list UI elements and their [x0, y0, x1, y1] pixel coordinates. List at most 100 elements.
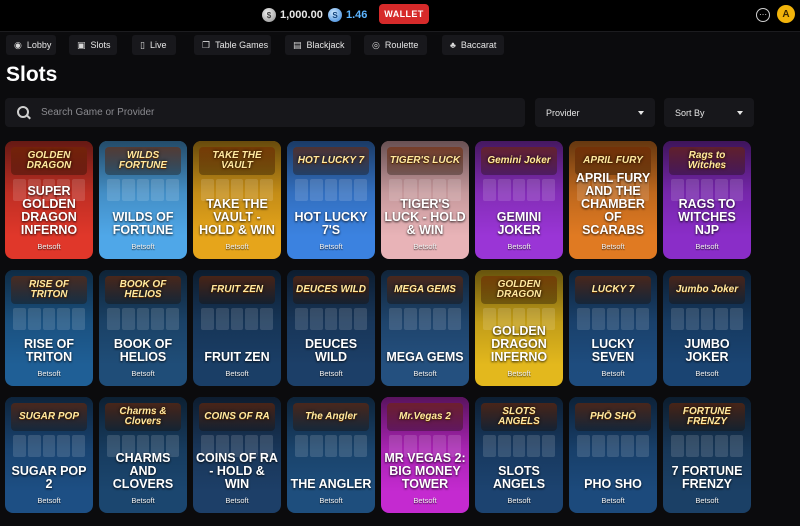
game-provider: Betsoft: [413, 242, 437, 251]
game-tile[interactable]: BOOK OF HELIOS Book of Helios Betsoft: [99, 270, 187, 386]
game-logo: FRUIT ZEN: [199, 276, 275, 304]
avatar[interactable]: A: [777, 5, 795, 23]
tab-label: Baccarat: [460, 40, 497, 50]
game-title: Mega Gems: [386, 350, 464, 364]
game-tile[interactable]: SLOTS ANGELS Slots Angels Betsoft: [475, 397, 563, 513]
game-tile[interactable]: The Angler The Angler Betsoft: [287, 397, 375, 513]
chat-icon[interactable]: ⋯: [756, 8, 770, 22]
game-tile[interactable]: LUCKY 7 Lucky Seven Betsoft: [569, 270, 657, 386]
game-logo: TIGER'S LUCK: [387, 147, 463, 175]
game-tile[interactable]: SUGAR POP Sugar Pop 2 Betsoft: [5, 397, 93, 513]
game-tile[interactable]: GOLDEN DRAGON Golden Dragon Inferno Betsof…: [475, 270, 563, 386]
search-icon: [17, 105, 31, 120]
slot-reels-graphic: [107, 179, 179, 201]
game-provider: Betsoft: [695, 496, 719, 505]
game-tile[interactable]: FORTUNE FRENZY 7 Fortune Frenzy Betsoft: [663, 397, 751, 513]
game-provider: Betsoft: [225, 242, 249, 251]
game-tile[interactable]: Mr.Vegas 2 Mr Vegas 2: Big Money Tower Bet…: [381, 397, 469, 513]
chevron-down-icon: [638, 110, 644, 115]
cards-icon: ❐: [202, 39, 211, 50]
game-provider: Betsoft: [695, 242, 719, 251]
tab-label: Slots: [90, 40, 111, 50]
game-provider: Betsoft: [601, 242, 625, 251]
game-title: Deuces Wild: [304, 337, 358, 364]
game-title: Fruit Zen: [204, 350, 270, 364]
game-provider: Betsoft: [225, 369, 249, 378]
slot-reels-graphic: [389, 308, 461, 330]
game-logo: Jumbo Joker: [669, 276, 745, 304]
tab-table-games[interactable]: ❐ Table Games: [194, 35, 271, 55]
game-title: Take the Vault - Hold & Win: [199, 197, 275, 237]
game-tile[interactable]: Charms & Clovers Charms and Clovers Betsof…: [99, 397, 187, 513]
search-bar[interactable]: [5, 98, 525, 127]
game-tile[interactable]: Rags to Witches Rags to Witches NJP Betsof…: [663, 141, 751, 259]
game-tile[interactable]: WILDS FORTUNE Wilds of Fortune Betsoft: [99, 141, 187, 259]
game-tile[interactable]: Gemini Joker Gemini Joker Betsoft: [475, 141, 563, 259]
game-tile[interactable]: PHŌ SHŌ Pho Sho Betsoft: [569, 397, 657, 513]
game-logo: The Angler: [293, 403, 369, 431]
game-title: Mr Vegas 2: Big Money Tower: [384, 451, 466, 491]
page-title: Slots: [6, 63, 58, 86]
provider-dropdown-label: Provider: [546, 107, 580, 118]
game-title: Jumbo Joker: [684, 337, 730, 364]
game-tile[interactable]: MEGA GEMS Mega Gems Betsoft: [381, 270, 469, 386]
game-title: Pho Sho: [584, 477, 642, 491]
tab-label: Blackjack: [306, 40, 345, 50]
game-provider: Betsoft: [37, 369, 61, 378]
game-provider: Betsoft: [507, 242, 531, 251]
game-logo: LUCKY 7: [575, 276, 651, 304]
tab-live[interactable]: ▯ Live: [132, 35, 176, 55]
slot-reels-graphic: [13, 308, 85, 330]
game-title: Hot Lucky 7's: [294, 210, 368, 237]
blackjack-icon: ▤: [293, 39, 302, 50]
game-logo: DEUCES WILD: [293, 276, 369, 304]
game-tile[interactable]: RISE OF TRITON Rise of Triton Betsoft: [5, 270, 93, 386]
game-tile[interactable]: HOT LUCKY 7 Hot Lucky 7's Betsoft: [287, 141, 375, 259]
game-tile[interactable]: TIGER'S LUCK Tiger's Luck - Hold & Win Bet…: [381, 141, 469, 259]
tab-baccarat[interactable]: ♣ Baccarat: [442, 35, 504, 55]
game-tile[interactable]: COINS OF RA Coins of Ra - Hold & Win Betso…: [193, 397, 281, 513]
game-logo: Rags to Witches: [669, 147, 745, 175]
provider-dropdown[interactable]: Provider: [535, 98, 655, 127]
tab-blackjack[interactable]: ▤ Blackjack: [285, 35, 351, 55]
slot-reels-graphic: [295, 308, 367, 330]
game-tile[interactable]: Jumbo Joker Jumbo Joker Betsoft: [663, 270, 751, 386]
game-tile[interactable]: GOLDEN DRAGON Super Golden Dragon Inferno…: [5, 141, 93, 259]
slot-reels-graphic: [295, 435, 367, 457]
game-title: April Fury and the Chamber of Scarabs: [575, 171, 651, 237]
game-logo: TAKE THE VAULT: [199, 147, 275, 175]
game-provider: Betsoft: [319, 496, 343, 505]
game-tile[interactable]: DEUCES WILD Deuces Wild Betsoft: [287, 270, 375, 386]
wallet-button[interactable]: WALLET: [379, 4, 429, 24]
slot-reels-graphic: [295, 179, 367, 201]
slot-reels-graphic: [201, 308, 273, 330]
game-logo: GOLDEN DRAGON: [481, 276, 557, 304]
tab-label: Table Games: [215, 40, 269, 50]
game-provider: Betsoft: [131, 242, 155, 251]
sweeps-coin-icon: S: [328, 8, 342, 22]
slot-reels-graphic: [577, 435, 649, 457]
game-provider: Betsoft: [37, 496, 61, 505]
game-logo: GOLDEN DRAGON: [11, 147, 87, 175]
tab-label: Roulette: [384, 40, 419, 50]
category-nav: ◉ Lobby ▣ Slots ▯ Live ❐ Table Games ▤ Blackj…: [0, 35, 800, 55]
sort-dropdown[interactable]: Sort By: [664, 98, 754, 127]
slot-reels-graphic: [671, 308, 743, 330]
tab-lobby[interactable]: ◉ Lobby: [6, 35, 56, 55]
tab-roulette[interactable]: ◎ Roulette: [364, 35, 427, 55]
tab-slots[interactable]: ▣ Slots: [69, 35, 117, 55]
game-logo: MEGA GEMS: [387, 276, 463, 304]
game-tile[interactable]: FRUIT ZEN Fruit Zen Betsoft: [193, 270, 281, 386]
game-title: Golden Dragon Inferno: [490, 324, 548, 364]
search-input[interactable]: [41, 107, 501, 118]
sweeps-coin-balance: S 1.46: [328, 7, 367, 23]
game-title: Tiger's Luck - Hold & Win: [384, 197, 466, 237]
game-provider: Betsoft: [131, 496, 155, 505]
game-provider: Betsoft: [131, 369, 155, 378]
game-tile[interactable]: TAKE THE VAULT Take the Vault - Hold & Wi…: [193, 141, 281, 259]
game-title: Sugar Pop 2: [11, 464, 87, 491]
game-title: 7 Fortune Frenzy: [671, 464, 743, 491]
sort-dropdown-label: Sort By: [675, 107, 705, 118]
game-tile[interactable]: APRIL FURY April Fury and the Chamber of …: [569, 141, 657, 259]
game-provider: Betsoft: [413, 369, 437, 378]
